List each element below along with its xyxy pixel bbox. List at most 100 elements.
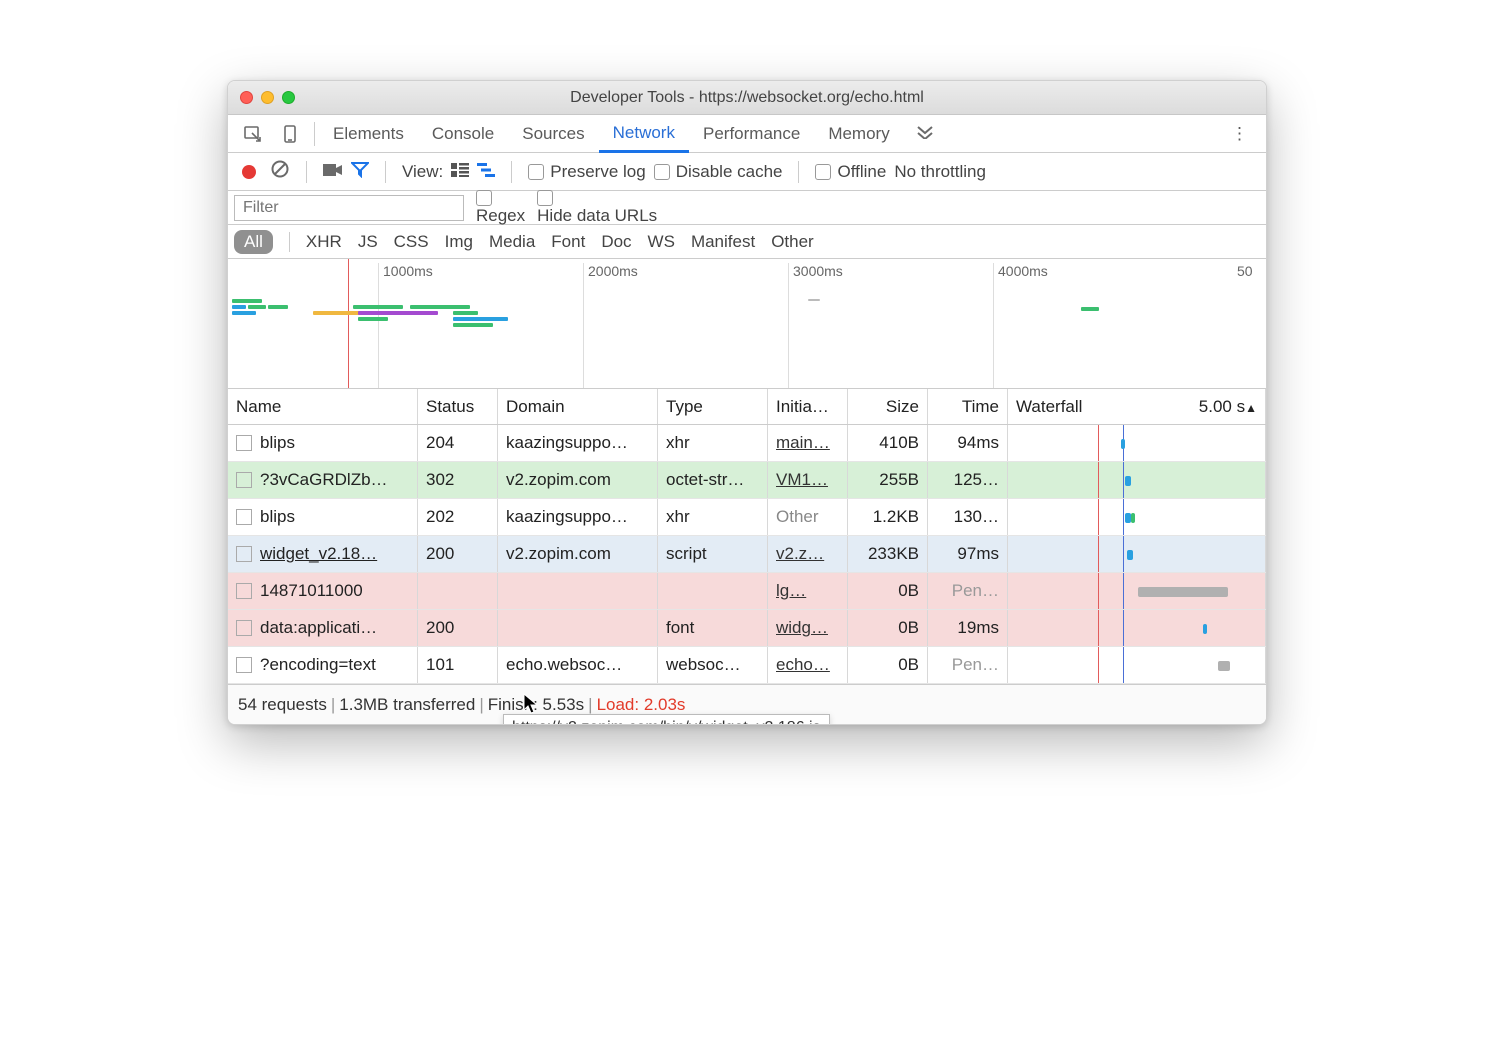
request-status [418,573,498,609]
request-size: 0B [848,573,928,609]
filter-ws[interactable]: WS [648,232,675,252]
settings-kebab-icon[interactable]: ⋮ [1221,124,1260,144]
filter-manifest[interactable]: Manifest [691,232,755,252]
request-status: 202 [418,499,498,535]
record-button[interactable] [242,165,256,179]
file-icon [236,509,252,525]
tabs-overflow-icon[interactable] [904,124,946,144]
request-type: octet-str… [658,462,768,498]
request-time: 125… [928,462,1008,498]
status-transferred: 1.3MB transferred [339,695,475,715]
request-waterfall [1008,610,1266,646]
inspect-icon[interactable] [234,121,272,147]
regex-checkbox[interactable] [476,190,492,206]
request-type: font [658,610,768,646]
clear-button[interactable] [270,159,290,184]
request-initiator[interactable]: widg… [776,618,828,638]
preserve-log-checkbox[interactable] [528,164,544,180]
col-status[interactable]: Status [418,389,498,424]
type-filter-bar: All XHR JS CSS Img Media Font Doc WS Man… [228,225,1266,259]
filter-all[interactable]: All [234,230,273,254]
request-waterfall [1008,462,1266,498]
filter-doc[interactable]: Doc [601,232,631,252]
request-name: widget_v2.18… [260,544,377,564]
main-tabs: Elements Console Sources Network Perform… [228,115,1266,153]
request-initiator[interactable]: lg… [776,581,806,601]
capture-screenshots-icon[interactable] [323,162,343,182]
offline-checkbox[interactable] [815,164,831,180]
hide-data-urls-checkbox[interactable] [537,190,553,206]
request-type: xhr [658,499,768,535]
window-title: Developer Tools - https://websocket.org/… [228,89,1266,107]
request-time: 97ms [928,536,1008,572]
tab-memory[interactable]: Memory [814,115,903,152]
request-type: websoc… [658,647,768,683]
request-initiator[interactable]: echo… [776,655,830,675]
tab-sources[interactable]: Sources [508,115,598,152]
request-name: data:applicati… [260,618,377,638]
request-name: ?3vCaGRDlZb… [260,470,388,490]
request-domain: echo.websoc… [498,647,658,683]
request-domain: v2.zopim.com [498,462,658,498]
request-domain: kaazingsuppo… [498,499,658,535]
file-icon [236,583,252,599]
filter-other[interactable]: Other [771,232,814,252]
tab-network[interactable]: Network [599,116,689,153]
tab-performance[interactable]: Performance [689,115,814,152]
table-row[interactable]: widget_v2.18…200v2.zopim.comscriptv2.z…2… [228,536,1266,573]
request-size: 0B [848,647,928,683]
filter-toggle-icon[interactable] [351,160,369,183]
request-table: blips204kaazingsuppo…xhrmain…410B94ms?3v… [228,425,1266,684]
request-domain: kaazingsuppo… [498,425,658,461]
table-row[interactable]: ?encoding=text101echo.websoc…websoc…echo… [228,647,1266,684]
request-time: 130… [928,499,1008,535]
request-name: ?encoding=text [260,655,376,675]
request-status: 204 [418,425,498,461]
request-initiator[interactable]: main… [776,433,830,453]
filter-xhr[interactable]: XHR [306,232,342,252]
col-type[interactable]: Type [658,389,768,424]
table-row[interactable]: data:applicati…200fontwidg…0B19ms [228,610,1266,647]
request-time: Pen… [928,647,1008,683]
cursor-icon [523,693,541,720]
filter-img[interactable]: Img [445,232,473,252]
table-row[interactable]: ?3vCaGRDlZb… 302v2.zopim.comoctet-str… VM1… [228,462,1266,499]
filter-js[interactable]: JS [358,232,378,252]
filter-bar: Regex Hide data URLs [228,191,1266,225]
throttling-select[interactable]: No throttling [894,162,986,182]
status-load: Load: 2.03s [597,695,686,715]
tab-console[interactable]: Console [418,115,508,152]
view-waterfall-icon[interactable] [477,162,495,182]
col-name[interactable]: Name [228,389,418,424]
timeline-overview[interactable]: 1000ms 2000ms 3000ms 4000ms 50 [228,259,1266,389]
request-time: Pen… [928,573,1008,609]
col-waterfall[interactable]: Waterfall 5.00 s▲ [1008,389,1266,424]
col-time[interactable]: Time [928,389,1008,424]
table-row[interactable]: blips202kaazingsuppo…xhrOther1.2KB130… [228,499,1266,536]
device-toggle-icon[interactable] [272,121,310,147]
request-name: blips [260,433,295,453]
col-initiator[interactable]: Initia… [768,389,848,424]
filter-input[interactable] [234,195,464,221]
request-status: 302 [418,462,498,498]
disable-cache-checkbox[interactable] [654,164,670,180]
request-initiator[interactable]: v2.z… [776,544,824,564]
view-large-icon[interactable] [451,162,469,182]
table-row[interactable]: 14871011000lg…0BPen… [228,573,1266,610]
file-icon [236,546,252,562]
devtools-window: Developer Tools - https://websocket.org/… [227,80,1267,725]
filter-media[interactable]: Media [489,232,535,252]
filter-css[interactable]: CSS [394,232,429,252]
request-status: 200 [418,536,498,572]
timeline-marker [348,259,349,388]
titlebar: Developer Tools - https://websocket.org/… [228,81,1266,115]
col-size[interactable]: Size [848,389,928,424]
request-type: xhr [658,425,768,461]
table-row[interactable]: blips204kaazingsuppo…xhrmain…410B94ms [228,425,1266,462]
request-waterfall [1008,647,1266,683]
col-domain[interactable]: Domain [498,389,658,424]
filter-font[interactable]: Font [551,232,585,252]
request-initiator[interactable]: VM1… [776,470,828,490]
tab-elements[interactable]: Elements [319,115,418,152]
request-waterfall [1008,499,1266,535]
